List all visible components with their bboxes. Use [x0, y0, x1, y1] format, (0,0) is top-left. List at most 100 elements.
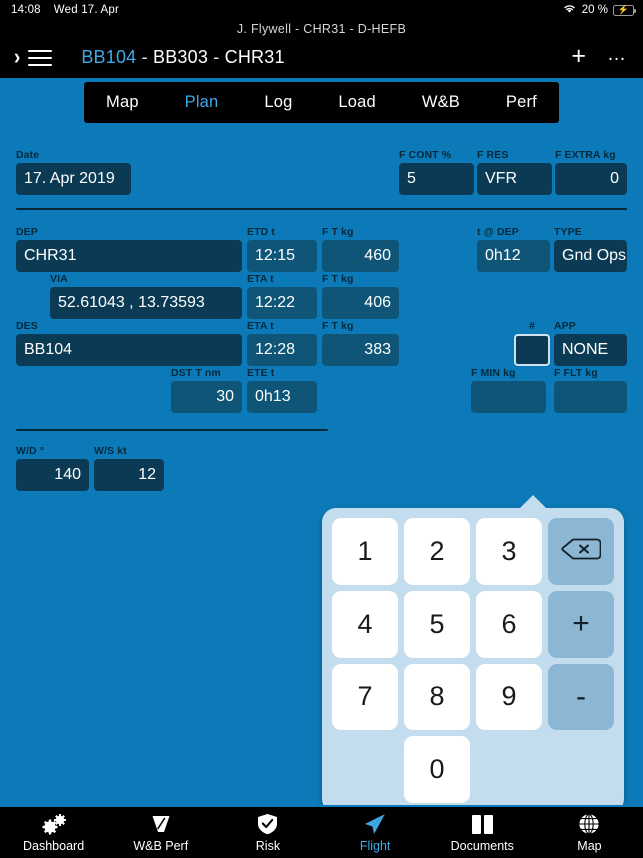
status-bar: 14:08 Wed 17. Apr 20 % ⚡: [0, 0, 643, 20]
field-eta-des: ETA t 12:28: [247, 320, 317, 366]
field-etd: ETD t 12:15: [247, 226, 317, 272]
tab-plan[interactable]: Plan: [185, 93, 219, 112]
key-5[interactable]: 5: [404, 590, 470, 658]
bottom-tab-label-map: Map: [577, 838, 602, 853]
backspace-icon: [561, 534, 602, 568]
input-via[interactable]: 52.61043 , 13.73593: [50, 287, 242, 319]
status-time: 14:08: [11, 4, 41, 16]
field-f-extra: F EXTRA kg 0: [555, 149, 627, 195]
input-des[interactable]: BB104: [16, 334, 242, 366]
add-button[interactable]: +: [571, 43, 586, 69]
key-9[interactable]: 9: [476, 663, 542, 731]
label-ws: W/S kt: [94, 445, 127, 457]
paper-plane-icon: [363, 813, 387, 835]
input-type[interactable]: Gnd Ops: [554, 240, 627, 272]
bottom-tab-wb-perf[interactable]: W&B Perf: [107, 813, 214, 853]
breadcrumb-leg-2[interactable]: BB303: [153, 47, 208, 67]
field-ft-dep: F T kg 460: [322, 226, 399, 272]
input-f-cont[interactable]: 5: [399, 163, 474, 195]
bottom-tab-bar: Dashboard W&B Perf Risk Flight Documents…: [0, 805, 643, 858]
field-des: DES BB104: [16, 320, 242, 366]
hamburger-menu-icon[interactable]: [28, 49, 53, 66]
field-dep: DEP CHR31: [16, 226, 242, 272]
book-icon: [471, 813, 494, 835]
key-blank-right: [548, 736, 614, 803]
tab-perf[interactable]: Perf: [506, 93, 537, 112]
input-f-res[interactable]: VFR: [477, 163, 552, 195]
keypad-grid: 1 2 3 4 5 6 + 7 8 9 - 0: [332, 518, 614, 803]
field-dst: DST T nm 30: [171, 367, 242, 413]
field-ft-des: F T kg 383: [322, 320, 399, 366]
bottom-tab-label-dashboard: Dashboard: [23, 838, 85, 853]
bottom-tab-documents[interactable]: Documents: [429, 813, 536, 853]
breadcrumb-leg-3[interactable]: CHR31: [225, 47, 285, 67]
header-nav-row: › BB104 - BB303 - CHR31 + …: [0, 37, 643, 78]
label-ft-via: F T kg: [322, 273, 354, 285]
field-type: TYPE Gnd Ops: [554, 226, 627, 272]
bottom-tab-label-wb-perf: W&B Perf: [133, 838, 189, 853]
app-root: 14:08 Wed 17. Apr 20 % ⚡ J. Flywell - CH…: [0, 0, 643, 858]
bottom-tab-flight[interactable]: Flight: [322, 813, 429, 853]
key-1[interactable]: 1: [332, 518, 398, 585]
label-f-cont: F CONT %: [399, 149, 452, 161]
value-ft-via: 406: [322, 287, 399, 319]
label-ft-dep: F T kg: [322, 226, 354, 238]
value-ete: 0h13: [247, 381, 317, 413]
input-wd[interactable]: 140: [16, 459, 89, 491]
value-dst: 30: [171, 381, 242, 413]
key-backspace[interactable]: [548, 518, 614, 585]
value-ft-des: 383: [322, 334, 399, 366]
breadcrumb-leg-1[interactable]: BB104: [81, 47, 136, 67]
field-wd: W/D ° 140: [16, 445, 89, 491]
field-app: APP NONE: [554, 320, 627, 366]
bottom-tab-dashboard[interactable]: Dashboard: [0, 813, 107, 853]
balance-gauge-icon: [149, 813, 173, 835]
key-7[interactable]: 7: [332, 663, 398, 731]
input-f-extra[interactable]: 0: [555, 163, 627, 195]
bottom-tab-label-flight: Flight: [359, 838, 391, 853]
tab-strip-container: Map Plan Log Load W&B Perf: [0, 78, 643, 130]
tab-log[interactable]: Log: [264, 93, 292, 112]
value-ft-dep: 460: [322, 240, 399, 272]
keypad-pointer-arrow: [519, 495, 547, 509]
field-hash: #: [514, 320, 550, 366]
label-t-at-dep: t @ DEP: [477, 226, 519, 238]
numeric-keypad-popup: 1 2 3 4 5 6 + 7 8 9 - 0: [322, 495, 624, 813]
battery-charging-icon: ⚡: [613, 4, 637, 16]
breadcrumb-sep-2: -: [213, 47, 220, 67]
tab-load[interactable]: Load: [338, 93, 376, 112]
field-eta-via: ETA t 12:22: [247, 273, 317, 319]
value-etd: 12:15: [247, 240, 317, 272]
more-options-button[interactable]: …: [607, 45, 627, 64]
shield-check-icon: [257, 813, 278, 835]
input-dep[interactable]: CHR31: [16, 240, 242, 272]
input-date[interactable]: 17. Apr 2019: [16, 163, 131, 195]
key-blank-mid: [476, 736, 542, 803]
label-ft-des: F T kg: [322, 320, 354, 332]
input-app[interactable]: NONE: [554, 334, 627, 366]
input-ws[interactable]: 12: [94, 459, 164, 491]
breadcrumb-sep-1: -: [141, 47, 148, 67]
chevron-right-icon[interactable]: ›: [14, 47, 20, 69]
field-f-min: F MIN kg: [471, 367, 546, 413]
key-minus[interactable]: -: [548, 663, 614, 731]
field-ete: ETE t 0h13: [247, 367, 317, 413]
key-8[interactable]: 8: [404, 663, 470, 731]
bottom-tab-label-documents: Documents: [450, 838, 514, 853]
bottom-tab-risk[interactable]: Risk: [214, 813, 321, 853]
value-eta-via: 12:22: [247, 287, 317, 319]
tab-map[interactable]: Map: [106, 93, 139, 112]
label-wd: W/D °: [16, 445, 45, 457]
field-f-cont: F CONT % 5: [399, 149, 474, 195]
bottom-tab-map[interactable]: Map: [536, 813, 643, 853]
tab-wb[interactable]: W&B: [422, 93, 460, 112]
key-plus[interactable]: +: [548, 590, 614, 658]
key-4[interactable]: 4: [332, 590, 398, 658]
field-f-flt: F FLT kg: [554, 367, 627, 413]
key-6[interactable]: 6: [476, 590, 542, 658]
key-3[interactable]: 3: [476, 518, 542, 585]
input-hash[interactable]: [514, 334, 550, 366]
value-t-at-dep: 0h12: [477, 240, 550, 272]
key-2[interactable]: 2: [404, 518, 470, 585]
key-0[interactable]: 0: [404, 736, 470, 803]
